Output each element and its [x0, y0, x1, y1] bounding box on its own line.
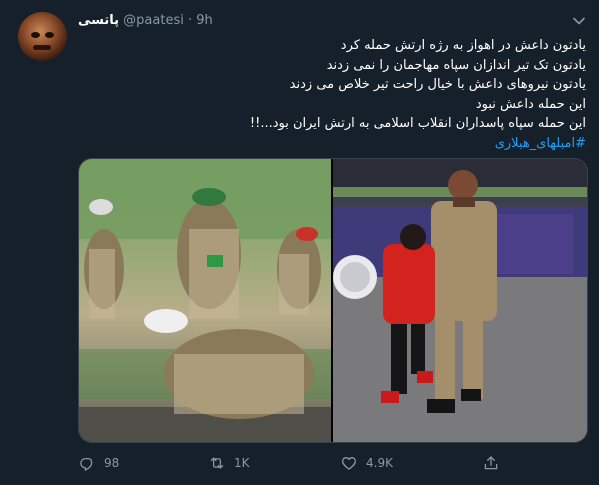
separator: · — [187, 13, 193, 28]
retweet-button[interactable]: 1K — [208, 452, 250, 474]
avatar-eye — [31, 32, 40, 38]
reply-icon — [80, 458, 93, 471]
tweet-actions: 98 1K 4.9K — [78, 452, 586, 476]
avatar[interactable] — [18, 12, 67, 61]
chevron-down-icon[interactable] — [570, 12, 588, 30]
reply-count: 98 — [104, 456, 120, 470]
avatar-mouth — [33, 45, 51, 50]
tweet[interactable]: پاتسی @paatesi · 9h یادتون داعش در اهواز… — [0, 0, 599, 485]
tweet-line: این حمله سپاه پاسداران انقلاب اسلامی به … — [249, 116, 586, 131]
handle[interactable]: @paatesi — [123, 13, 184, 28]
tweet-header: پاتسی @paatesi · 9h — [78, 12, 213, 30]
retweet-count: 1K — [234, 456, 250, 470]
like-count: 4.9K — [366, 456, 393, 470]
share-icon — [484, 456, 498, 470]
tweet-text: یادتون داعش در اهواز به رژه ارتش حمله کر… — [78, 36, 586, 153]
display-name[interactable]: پاتسی — [78, 13, 119, 28]
tweet-line: این حمله داعش نبود — [475, 96, 586, 112]
retweet-icon — [210, 457, 224, 469]
tweet-line: یادتون نیروهای داعش با خیال راحت تیر خلا… — [289, 77, 586, 92]
timestamp[interactable]: 9h — [196, 13, 213, 28]
heart-icon — [341, 457, 357, 470]
reply-button[interactable]: 98 — [78, 452, 119, 474]
media-photo-soldiers[interactable] — [79, 159, 331, 442]
avatar-eye — [45, 32, 54, 38]
tweet-line: یادتون تک تیر اندازان سپاه مهاجمان را نم… — [326, 57, 586, 73]
share-button[interactable] — [482, 452, 508, 474]
media-photo-soldier-carrying-child[interactable] — [333, 159, 587, 442]
hashtag-link[interactable]: #امبلهای_هبلاری — [78, 134, 586, 154]
tweet-line: یادتون داعش در اهواز به رژه ارتش حمله کر… — [340, 38, 586, 53]
tweet-media[interactable] — [78, 158, 588, 443]
like-button[interactable]: 4.9K — [340, 452, 393, 474]
